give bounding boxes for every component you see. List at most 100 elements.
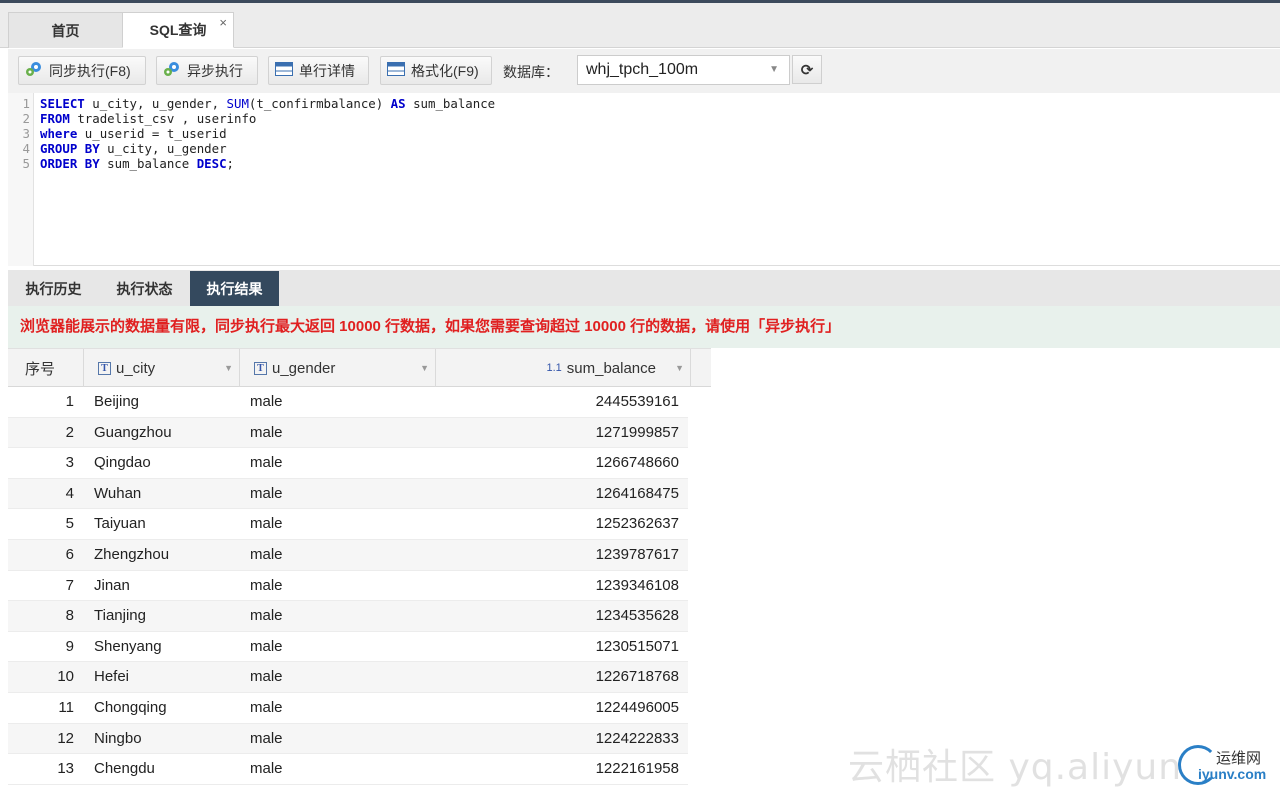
table-row[interactable]: 8 Tianjing male 1234535628 xyxy=(8,601,688,632)
cell-city: Jinan xyxy=(94,576,130,594)
row-index: 11 xyxy=(58,698,74,716)
database-label: 数据库： xyxy=(503,64,559,80)
cell-gender: male xyxy=(250,760,283,778)
code-line: GROUP BY u_city, u_gender xyxy=(40,141,227,156)
tab-status[interactable]: 执行状态 xyxy=(99,271,190,306)
cell-sum-balance: 1271999857 xyxy=(595,423,679,441)
table-icon xyxy=(275,62,293,79)
row-index: 4 xyxy=(65,484,74,502)
table-row[interactable]: 3 Qingdao male 1266748660 xyxy=(8,448,688,479)
cell-city: Shenyang xyxy=(94,637,162,655)
cell-sum-balance: 1252362637 xyxy=(595,515,679,533)
tab-history[interactable]: 执行历史 xyxy=(8,271,99,306)
cell-gender: male xyxy=(250,607,283,625)
cell-city: Chengdu xyxy=(94,760,155,778)
site-logo: 运维网 iyunv.com xyxy=(1178,745,1278,787)
result-tabs: 执行历史 执行状态 执行结果 xyxy=(8,270,1280,306)
column-menu-icon[interactable]: ▼ xyxy=(224,363,233,373)
cell-city: Guangzhou xyxy=(94,423,172,441)
async-run-button[interactable]: 异步执行 xyxy=(156,56,258,85)
code-line: SELECT u_city, u_gender, SUM(t_confirmba… xyxy=(40,96,496,111)
sync-run-button[interactable]: 同步执行(F8) xyxy=(18,56,146,85)
cell-sum-balance: 1222161958 xyxy=(595,760,679,778)
cell-sum-balance: 1239787617 xyxy=(595,545,679,563)
cell-sum-balance: 2445539161 xyxy=(595,393,679,410)
column-menu-icon[interactable]: ▼ xyxy=(420,363,429,373)
cell-gender: male xyxy=(250,729,283,747)
tab-strip: 首页 SQL查询 × xyxy=(0,3,1280,48)
cell-city: Zhengzhou xyxy=(94,545,170,563)
header-index: 序号 xyxy=(8,349,84,387)
cell-city: Qingdao xyxy=(94,454,151,472)
cell-city: Chongqing xyxy=(94,698,167,716)
gears-icon xyxy=(163,61,181,80)
row-index: 10 xyxy=(57,668,74,686)
header-city[interactable]: T u_city ▼ xyxy=(84,349,240,387)
row-index: 6 xyxy=(65,545,74,563)
row-detail-button[interactable]: 单行详情 xyxy=(268,56,369,85)
cell-city: Hefei xyxy=(94,668,130,686)
table-icon xyxy=(387,62,405,79)
refresh-button[interactable]: ⟳ xyxy=(792,55,822,84)
watermark: 云栖社区 yq.aliyun xyxy=(848,747,1183,788)
table-row[interactable]: 10 Hefei male 1226718768 xyxy=(8,662,688,693)
table-row[interactable]: 11 Chongqing male 1224496005 xyxy=(8,693,688,724)
cell-sum-balance: 1230515071 xyxy=(595,637,679,655)
code-line: ORDER BY sum_balance DESC; xyxy=(40,156,235,171)
sql-code[interactable]: SELECT u_city, u_gender, SUM(t_confirmba… xyxy=(40,96,495,171)
table-row[interactable]: 12 Ningbo male 1224222833 xyxy=(8,723,688,755)
close-icon[interactable]: × xyxy=(219,15,227,30)
row-index: 5 xyxy=(65,515,74,533)
table-row[interactable]: 4 Wuhan male 1264168475 xyxy=(8,478,688,510)
row-index: 2 xyxy=(65,423,74,441)
row-limit-warning: 浏览器能展示的数据量有限，同步执行最大返回 10000 行数据，如果您需要查询超… xyxy=(8,306,1280,348)
cell-gender: male xyxy=(250,545,283,563)
table-row[interactable]: 1 Beijing male 2445539161 xyxy=(8,387,688,418)
cell-gender: male xyxy=(250,484,283,502)
cell-sum-balance: 1264168475 xyxy=(595,484,679,502)
cell-gender: male xyxy=(250,393,283,410)
line-number-gutter: 12345 xyxy=(8,93,34,266)
tab-home[interactable]: 首页 xyxy=(8,12,123,48)
cell-sum-balance: 1239346108 xyxy=(595,576,679,594)
header-gender[interactable]: T u_gender ▼ xyxy=(240,349,436,387)
chevron-down-icon: ▼ xyxy=(769,64,779,75)
row-index: 8 xyxy=(65,607,74,625)
row-index: 7 xyxy=(65,576,74,594)
tab-result[interactable]: 执行结果 xyxy=(190,271,279,306)
cell-city: Ningbo xyxy=(94,729,142,747)
table-row[interactable]: 7 Jinan male 1239346108 xyxy=(8,571,688,602)
row-index: 9 xyxy=(65,637,74,655)
gears-icon xyxy=(25,61,43,80)
table-row[interactable]: 5 Taiyuan male 1252362637 xyxy=(8,509,688,540)
code-line: where u_userid = t_userid xyxy=(40,126,227,141)
grid-body: 1 Beijing male 2445539161 2 Guangzhou male 1271… xyxy=(8,387,711,785)
table-row[interactable]: 13 Chengdu male 1222161958 xyxy=(8,754,688,785)
database-select[interactable]: whj_tpch_100m ▼ xyxy=(577,55,790,85)
table-row[interactable]: 6 Zhengzhou male 1239787617 xyxy=(8,539,688,571)
cell-sum-balance: 1234535628 xyxy=(595,607,679,625)
cell-gender: male xyxy=(250,668,283,686)
text-type-icon: T xyxy=(98,361,111,375)
sql-editor[interactable]: 12345 SELECT u_city, u_gender, SUM(t_con… xyxy=(8,93,1280,266)
toolbar: 同步执行(F8) 异步执行 单行详情 格式化(F9) 数据库： whj_tpch… xyxy=(8,49,1280,93)
format-button[interactable]: 格式化(F9) xyxy=(380,56,492,85)
refresh-icon: ⟳ xyxy=(800,61,814,79)
cell-gender: male xyxy=(250,576,283,594)
numeric-type-icon: 1.1 xyxy=(546,362,562,374)
cell-gender: male xyxy=(250,423,283,441)
text-type-icon: T xyxy=(254,361,267,375)
cell-gender: male xyxy=(250,454,283,472)
row-index: 13 xyxy=(57,760,74,778)
cell-city: Taiyuan xyxy=(94,515,146,533)
cell-sum-balance: 1226718768 xyxy=(595,668,679,686)
row-index: 1 xyxy=(65,393,74,410)
column-menu-icon[interactable]: ▼ xyxy=(675,363,684,373)
cell-city: Wuhan xyxy=(94,484,142,502)
code-line: FROM tradelist_csv , userinfo xyxy=(40,111,257,126)
tab-sql-query[interactable]: SQL查询 × xyxy=(122,12,234,48)
cell-city: Beijing xyxy=(94,393,140,410)
table-row[interactable]: 9 Shenyang male 1230515071 xyxy=(8,632,688,663)
table-row[interactable]: 2 Guangzhou male 1271999857 xyxy=(8,417,688,449)
header-sum-balance[interactable]: 1.1 sum_balance ▼ xyxy=(436,349,691,387)
